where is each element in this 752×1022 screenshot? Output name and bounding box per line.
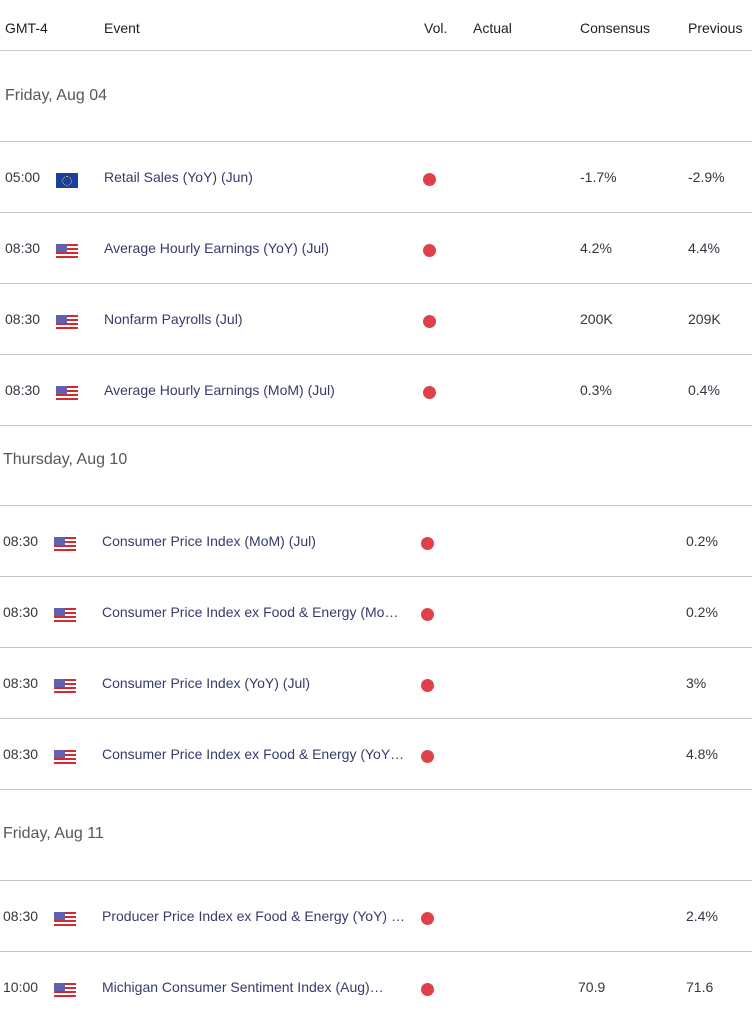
consensus-value: 200K bbox=[580, 311, 613, 327]
volatility-high-icon bbox=[421, 912, 434, 925]
event-row[interactable]: 08:30 Consumer Price Index ex Food & Ener… bbox=[0, 719, 752, 790]
event-time: 08:30 bbox=[3, 746, 39, 762]
timezone-header[interactable]: GMT-4 bbox=[5, 20, 48, 36]
event-row[interactable]: 08:30 Consumer Price Index (MoM) (Jul) 0.2… bbox=[0, 506, 752, 577]
event-time: 08:30 bbox=[3, 908, 39, 924]
vol-header: Vol. bbox=[424, 20, 448, 36]
actual-header: Actual bbox=[473, 20, 512, 36]
eu-flag-icon bbox=[56, 173, 78, 188]
event-time: 08:30 bbox=[3, 533, 39, 549]
previous-header: Previous bbox=[688, 20, 743, 36]
event-time: 10:00 bbox=[3, 979, 39, 995]
event-name[interactable]: Nonfarm Payrolls (Jul) bbox=[104, 311, 242, 327]
consensus-value: 0.3% bbox=[580, 382, 612, 398]
event-time: 08:30 bbox=[5, 311, 41, 327]
previous-value: 0.2% bbox=[686, 604, 718, 620]
consensus-header: Consensus bbox=[580, 20, 651, 36]
us-flag-icon bbox=[56, 386, 78, 401]
event-name[interactable]: Retail Sales (YoY) (Jun) bbox=[104, 169, 253, 185]
us-canton-icon bbox=[54, 912, 65, 920]
event-row[interactable]: 08:30 Consumer Price Index ex Food & Ener… bbox=[0, 577, 752, 648]
event-row[interactable]: 05:00 Retail Sales (YoY) (Jun) -1.7% -2.9% bbox=[0, 142, 752, 213]
us-canton-icon bbox=[54, 537, 65, 545]
event-header: Event bbox=[104, 20, 140, 36]
event-time: 08:30 bbox=[5, 240, 41, 256]
us-canton-icon bbox=[56, 315, 67, 323]
consensus-value: 4.2% bbox=[580, 240, 612, 256]
previous-value: 209K bbox=[688, 311, 721, 327]
event-time: 05:00 bbox=[5, 169, 41, 185]
event-name[interactable]: Consumer Price Index (MoM) (Jul) bbox=[102, 533, 316, 549]
volatility-high-icon bbox=[421, 679, 434, 692]
volatility-high-icon bbox=[421, 750, 434, 763]
day-header: Friday, Aug 04 bbox=[0, 51, 752, 142]
event-name[interactable]: Consumer Price Index (YoY) (Jul) bbox=[102, 675, 310, 691]
us-flag-icon bbox=[54, 750, 76, 765]
us-canton-icon bbox=[54, 679, 65, 687]
previous-value: 0.2% bbox=[686, 533, 718, 549]
event-name[interactable]: Consumer Price Index ex Food & Energy (M… bbox=[102, 604, 398, 620]
previous-value: -2.9% bbox=[688, 169, 725, 185]
day-label: Friday, Aug 04 bbox=[5, 87, 107, 104]
us-canton-icon bbox=[56, 386, 67, 394]
table-header: GMT-4 Event Vol. Actual Consensus Previo… bbox=[0, 0, 752, 51]
us-canton-icon bbox=[54, 750, 65, 758]
us-flag-icon bbox=[54, 983, 76, 998]
previous-value: 4.8% bbox=[686, 746, 718, 762]
us-flag-icon bbox=[54, 608, 76, 623]
day-header: Friday, Aug 11 bbox=[0, 790, 752, 881]
us-flag-icon bbox=[54, 679, 76, 694]
volatility-high-icon bbox=[423, 173, 436, 186]
event-row[interactable]: 08:30 Nonfarm Payrolls (Jul) 200K 209K bbox=[0, 284, 752, 355]
event-name[interactable]: Average Hourly Earnings (MoM) (Jul) bbox=[104, 382, 335, 398]
volatility-high-icon bbox=[423, 386, 436, 399]
consensus-value: -1.7% bbox=[580, 169, 617, 185]
event-name[interactable]: Michigan Consumer Sentiment Index (Aug)… bbox=[102, 979, 384, 995]
event-name[interactable]: Producer Price Index ex Food & Energy (Y… bbox=[102, 908, 405, 924]
volatility-high-icon bbox=[423, 315, 436, 328]
event-row[interactable]: 08:30 Consumer Price Index (YoY) (Jul) 3% bbox=[0, 648, 752, 719]
volatility-high-icon bbox=[421, 608, 434, 621]
previous-value: 0.4% bbox=[688, 382, 720, 398]
previous-value: 71.6 bbox=[686, 979, 714, 995]
us-canton-icon bbox=[56, 244, 67, 252]
event-row[interactable]: 10:00 Michigan Consumer Sentiment Index (… bbox=[0, 952, 752, 1022]
us-canton-icon bbox=[54, 983, 65, 991]
previous-value: 2.4% bbox=[686, 908, 718, 924]
day-label: Friday, Aug 11 bbox=[3, 825, 104, 842]
volatility-high-icon bbox=[421, 983, 434, 996]
volatility-high-icon bbox=[423, 244, 436, 257]
eu-stars-icon bbox=[62, 175, 72, 186]
event-name[interactable]: Consumer Price Index ex Food & Energy (Y… bbox=[102, 746, 404, 762]
consensus-value: 70.9 bbox=[578, 979, 606, 995]
us-flag-icon bbox=[54, 537, 76, 552]
event-row[interactable]: 08:30 Average Hourly Earnings (YoY) (Jul)… bbox=[0, 213, 752, 284]
event-row[interactable]: 08:30 Producer Price Index ex Food & Ener… bbox=[0, 881, 752, 952]
previous-value: 3% bbox=[686, 675, 707, 691]
us-flag-icon bbox=[56, 244, 78, 259]
volatility-high-icon bbox=[421, 537, 434, 550]
us-flag-icon bbox=[54, 912, 76, 927]
us-canton-icon bbox=[54, 608, 65, 616]
us-flag-icon bbox=[56, 315, 78, 330]
previous-value: 4.4% bbox=[688, 240, 720, 256]
event-time: 08:30 bbox=[3, 604, 39, 620]
event-time: 08:30 bbox=[5, 382, 41, 398]
day-label: Thursday, Aug 10 bbox=[3, 451, 128, 468]
event-name[interactable]: Average Hourly Earnings (YoY) (Jul) bbox=[104, 240, 329, 256]
event-time: 08:30 bbox=[3, 675, 39, 691]
day-header: Thursday, Aug 10 bbox=[0, 415, 752, 506]
